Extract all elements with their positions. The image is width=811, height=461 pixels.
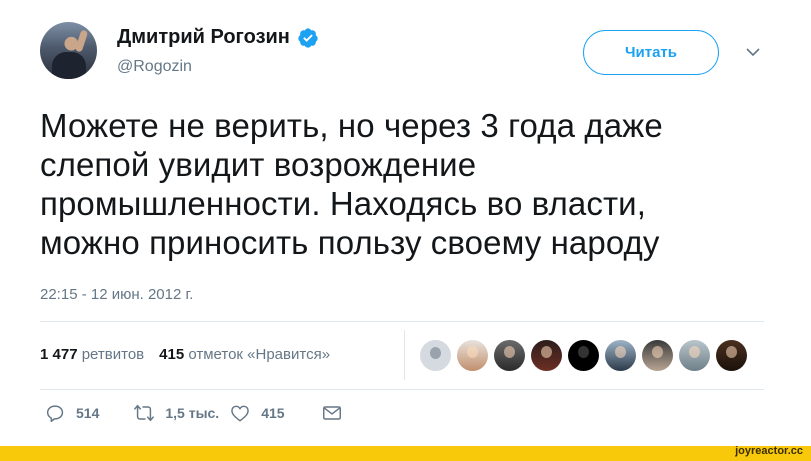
author-name[interactable]: Дмитрий Рогозин bbox=[117, 26, 290, 49]
liker-avatar[interactable] bbox=[716, 340, 747, 371]
retweet-count: 1,5 тыс. bbox=[165, 405, 220, 421]
envelope-icon bbox=[322, 406, 341, 420]
retweets-count: 1 477 bbox=[40, 346, 78, 363]
tweet-text: Можете не верить, но через 3 года даже с… bbox=[40, 106, 760, 262]
liker-avatar[interactable] bbox=[531, 340, 562, 371]
divider bbox=[40, 321, 764, 322]
liker-avatar[interactable] bbox=[457, 340, 488, 371]
tweet-timestamp[interactable]: 22:15 - 12 июн. 2012 г. bbox=[40, 286, 193, 303]
watermark-text[interactable]: joyreactor.cc bbox=[735, 445, 803, 457]
avatar-suit bbox=[52, 52, 86, 79]
stats-separator bbox=[404, 330, 405, 380]
likes-count: 415 bbox=[159, 346, 185, 363]
divider bbox=[40, 389, 764, 390]
liker-avatar[interactable] bbox=[605, 340, 636, 371]
liker-avatar[interactable] bbox=[642, 340, 673, 371]
liker-avatar[interactable] bbox=[420, 340, 451, 371]
tweet-actions: 514 1,5 тыс. 415 bbox=[44, 402, 343, 424]
likes-label: отметок «Нравится» bbox=[188, 346, 331, 363]
liker-avatar[interactable] bbox=[568, 340, 599, 371]
retweet-button[interactable]: 1,5 тыс. bbox=[133, 402, 219, 424]
heart-icon bbox=[231, 405, 250, 422]
like-button[interactable]: 415 bbox=[229, 402, 285, 424]
tweet-line: можно приносить пользу своему народу bbox=[40, 224, 660, 261]
author-handle[interactable]: @Rogozin bbox=[117, 58, 192, 76]
liker-avatar[interactable] bbox=[494, 340, 525, 371]
like-count: 415 bbox=[261, 405, 285, 421]
likes-stat[interactable]: 415 отметок «Нравится» bbox=[159, 346, 330, 363]
liker-avatars bbox=[420, 340, 747, 371]
retweet-icon bbox=[134, 404, 155, 422]
verified-badge-icon bbox=[298, 27, 318, 48]
reply-icon bbox=[46, 405, 64, 422]
author-avatar[interactable] bbox=[40, 22, 97, 79]
tweet-line: Можете не верить, но через 3 года даже bbox=[40, 107, 663, 144]
tweet-line: слепой увидит возрождение bbox=[40, 146, 477, 183]
avatar-arm bbox=[74, 29, 89, 53]
retweets-stat[interactable]: 1 477 ретвитов bbox=[40, 346, 144, 363]
reply-count: 514 bbox=[76, 405, 100, 421]
follow-button[interactable]: Читать bbox=[583, 30, 719, 75]
liker-avatar[interactable] bbox=[679, 340, 710, 371]
retweets-label: ретвитов bbox=[81, 346, 145, 363]
tweet-line: промышленности. Находясь во власти, bbox=[40, 185, 646, 222]
author-name-row[interactable]: Дмитрий Рогозин bbox=[117, 26, 319, 49]
tweet-stats: 1 477 ретвитов 415 отметок «Нравится» bbox=[40, 346, 330, 363]
direct-message-button[interactable] bbox=[321, 402, 343, 424]
reply-button[interactable]: 514 bbox=[44, 402, 99, 424]
watermark-bar: joyreactor.cc bbox=[0, 445, 811, 461]
chevron-down-icon[interactable] bbox=[745, 46, 761, 58]
